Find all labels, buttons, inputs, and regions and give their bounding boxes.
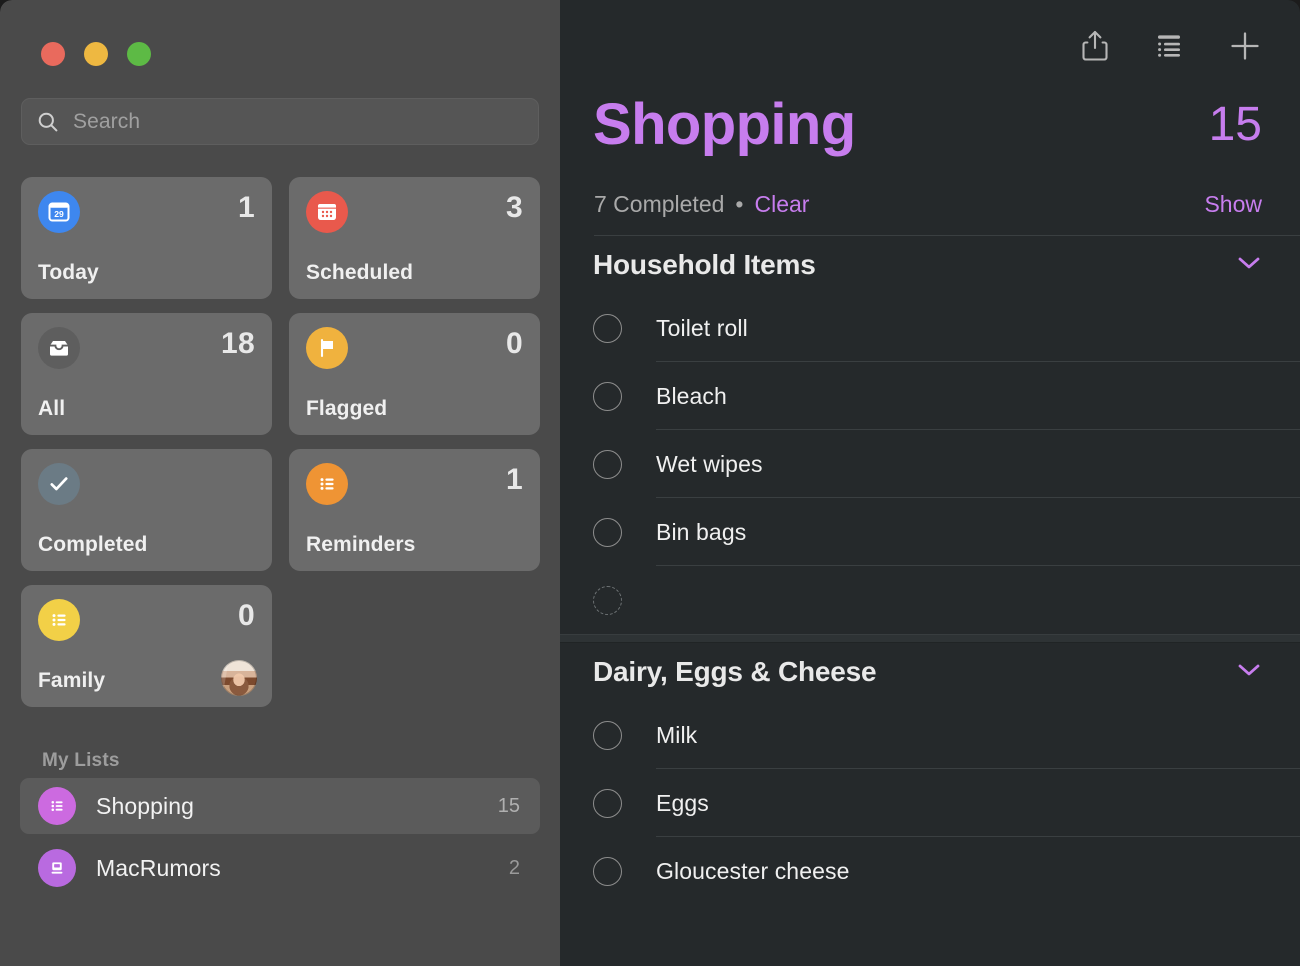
reminders-window: Search 29 1 Today 3 Scheduled 18 All 0 F… [0,0,1300,966]
reminder-title: Wet wipes [656,450,763,477]
smart-card-family[interactable]: 0 Family [21,585,272,707]
reminder-item[interactable]: Wet wipes [560,430,1300,498]
smart-card-completed[interactable]: Completed [21,449,272,571]
smart-card-label: All [38,397,66,420]
completed-meta: 7 Completed • Clear [594,191,809,218]
sidebar-item-macrumors[interactable]: MacRumors 2 [20,840,540,896]
card-top: 1 [306,463,523,505]
reminder-title: Bin bags [656,518,747,545]
list-group-icon[interactable] [1152,32,1186,60]
sidebar-item-count: 2 [508,856,520,879]
reminder-item[interactable]: Milk [560,701,1300,769]
clear-completed-button[interactable]: Clear [754,191,809,218]
toolbar [560,0,1300,92]
reminder-item[interactable]: Gloucester cheese [560,837,1300,905]
list-bullet-icon [306,463,348,505]
smart-card-label: Scheduled [306,261,414,284]
sidebar-item-count: 15 [497,794,520,817]
plus-icon[interactable] [1228,29,1262,63]
smart-card-label: Reminders [306,533,416,556]
flag-icon [306,327,348,369]
list-header: Shopping 15 [560,96,1300,154]
search-icon [36,110,60,134]
share-icon[interactable] [1080,29,1110,63]
new-reminder-row[interactable] [560,566,1300,634]
smart-card-count: 3 [506,191,523,224]
section-title: Dairy, Eggs & Cheese [593,656,877,687]
search-placeholder: Search [73,109,141,133]
card-top: 3 [306,191,523,233]
complete-toggle-circle[interactable] [593,517,622,547]
chevron-down-icon[interactable] [1236,255,1262,276]
reminder-title: Gloucester cheese [656,857,850,884]
smart-card-scheduled[interactable]: 3 Scheduled [289,177,540,299]
smart-card-label: Today [38,261,99,284]
smart-card-count: 0 [238,599,255,632]
smart-card-label: Completed [38,533,148,556]
reminder-title: Milk [656,721,698,748]
computer-icon [38,849,76,887]
reminder-item[interactable]: Bleach [560,362,1300,430]
show-completed-button[interactable]: Show [1204,191,1262,218]
section-header-household-items[interactable]: Household Items [560,236,1300,294]
chevron-down-icon[interactable] [1236,662,1262,683]
section-separator [560,634,1300,643]
meta-separator-dot: • [735,191,744,217]
complete-toggle-circle[interactable] [593,313,622,343]
avatar [221,660,257,696]
smart-card-label: Family [38,669,106,692]
sidebar-item-shopping[interactable]: Shopping 15 [20,778,540,834]
sidebar-item-label: MacRumors [96,854,221,881]
main-content: Shopping 15 7 Completed • Clear Show Hou… [560,0,1300,966]
card-top: 29 1 [38,191,255,233]
card-top [38,463,255,505]
search-field[interactable]: Search [21,98,539,145]
smart-card-today[interactable]: 29 1 Today [21,177,272,299]
completed-count-label: 7 Completed [594,191,725,217]
list-bullet-icon [38,599,80,641]
list-meta-row: 7 Completed • Clear Show [560,191,1300,218]
traffic-light-buttons [20,0,540,66]
complete-toggle-circle[interactable] [593,720,622,750]
smart-card-count: 1 [238,191,255,224]
my-lists-header: My Lists [42,750,120,771]
calendar-icon [306,191,348,233]
smart-card-reminders[interactable]: 1 Reminders [289,449,540,571]
reminder-item[interactable]: Bin bags [560,498,1300,566]
complete-toggle-circle[interactable] [593,449,622,479]
close-window-button[interactable] [41,42,65,66]
card-top: 18 [38,327,255,369]
reminder-item[interactable]: Toilet roll [560,294,1300,362]
minimize-window-button[interactable] [84,42,108,66]
card-top: 0 [306,327,523,369]
list-total-count: 15 [1208,98,1262,151]
smart-card-count: 0 [506,327,523,360]
smart-card-count: 18 [221,327,255,360]
calendar-day-icon: 29 [38,191,80,233]
smart-card-count: 1 [506,463,523,496]
reminder-title: Toilet roll [656,314,748,341]
svg-text:29: 29 [54,209,64,219]
inbox-tray-icon [38,327,80,369]
section-header-dairy-eggs-cheese[interactable]: Dairy, Eggs & Cheese [560,643,1300,701]
complete-toggle-circle[interactable] [593,788,622,818]
smart-card-flagged[interactable]: 0 Flagged [289,313,540,435]
checkmark-icon [38,463,80,505]
section-title: Household Items [593,249,816,280]
reminder-title: Bleach [656,382,727,409]
sidebar: Search 29 1 Today 3 Scheduled 18 All 0 F… [0,0,560,966]
reminder-item[interactable]: Eggs [560,769,1300,837]
smart-card-all[interactable]: 18 All [21,313,272,435]
zoom-window-button[interactable] [127,42,151,66]
card-top: 0 [38,599,255,641]
list-bullet-icon [38,787,76,825]
sidebar-item-label: Shopping [96,792,194,819]
reminder-title: Eggs [656,789,709,816]
smart-lists-grid: 29 1 Today 3 Scheduled 18 All 0 Flagged … [21,177,540,707]
complete-toggle-circle[interactable] [593,856,622,886]
page-title: Shopping [593,92,856,157]
new-item-placeholder-circle[interactable] [593,585,622,615]
complete-toggle-circle[interactable] [593,381,622,411]
smart-card-label: Flagged [306,397,388,420]
